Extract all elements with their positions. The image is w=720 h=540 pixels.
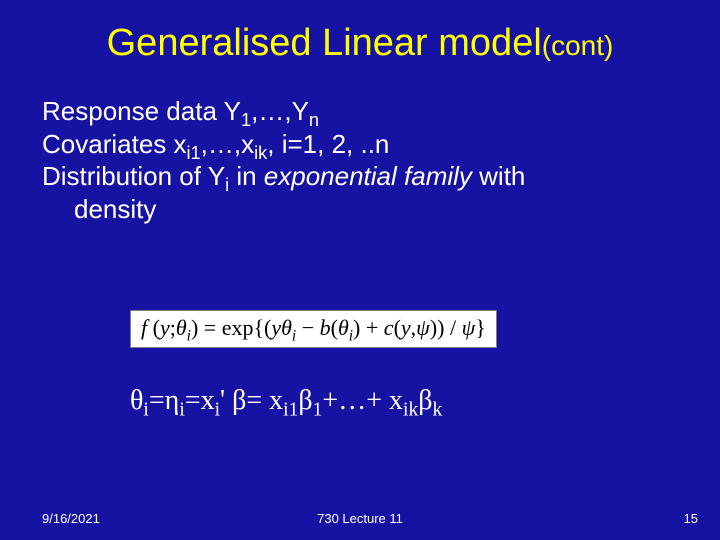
- text: with: [472, 161, 525, 191]
- slide-body: Response data Y1,…,Yn Covariates xi1,…,x…: [42, 95, 680, 225]
- sym-x: x: [269, 385, 283, 416]
- italic-text: exponential family: [264, 161, 472, 191]
- title-main: Generalised Linear model: [107, 22, 542, 64]
- eq-c: c: [384, 315, 394, 340]
- eq-brace: }: [475, 315, 486, 340]
- sym-eq: =: [246, 385, 269, 416]
- text: ,…,x: [201, 129, 254, 159]
- eq-theta: θ: [176, 315, 187, 340]
- eq-paren: (: [394, 315, 401, 340]
- body-line-1: Response data Y1,…,Yn: [42, 95, 680, 128]
- text: Covariates x: [42, 129, 187, 159]
- sub: ik: [403, 400, 418, 421]
- slide-title: Generalised Linear model(cont): [0, 22, 720, 65]
- slide: Generalised Linear model(cont) Response …: [0, 0, 720, 540]
- eq-brace: {: [253, 315, 264, 340]
- title-cont: (cont): [542, 30, 614, 61]
- eq-theta: θ: [338, 315, 349, 340]
- text: ,…,Y: [251, 96, 309, 126]
- sym-x: x: [389, 385, 403, 416]
- eq-f: f: [141, 315, 153, 340]
- body-line-3: Distribution of Yi in exponential family…: [42, 160, 680, 193]
- footer-page-number: 15: [684, 511, 698, 526]
- sym-beta: β: [232, 385, 246, 416]
- sub: k: [433, 400, 443, 421]
- eq-y: y: [401, 315, 411, 340]
- sym-x: x: [201, 385, 215, 416]
- body-line-2: Covariates xi1,…,xik, i=1, 2, ..n: [42, 128, 680, 161]
- body-line-4: density: [74, 193, 680, 226]
- sym-eq: =: [185, 385, 201, 416]
- sym-theta: θ: [130, 385, 143, 416]
- eq-ytheta: yθ: [271, 315, 292, 340]
- sub: 1: [313, 400, 323, 421]
- sym-eta: η: [165, 385, 180, 416]
- text: in: [229, 161, 264, 191]
- eq-minus: −: [296, 315, 319, 340]
- text: Distribution of Y: [42, 161, 225, 191]
- eq-paren: (: [331, 315, 338, 340]
- eq-slash: /: [444, 315, 461, 340]
- equation-box: f (y;θi) = exp{(yθi − b(θi) + c(y,ψ)) / …: [130, 310, 497, 348]
- sym-beta: β: [418, 385, 432, 416]
- eq-psi: ψ: [462, 315, 476, 340]
- sub: i1: [283, 400, 298, 421]
- sym-ellipsis: +…+: [322, 385, 389, 416]
- eq-equals: =: [198, 315, 221, 340]
- eq-y: y: [160, 315, 170, 340]
- text: Response data Y: [42, 96, 241, 126]
- eq-b: b: [320, 315, 331, 340]
- text: density: [74, 194, 156, 224]
- theta-line: θi=ηi=xi' β= xi1β1+…+ xikβk: [130, 385, 442, 417]
- sym-eq: =: [149, 385, 165, 416]
- eq-paren: (: [153, 315, 160, 340]
- sym-beta: β: [298, 385, 312, 416]
- text: , i=1, 2, ..n: [267, 129, 389, 159]
- eq-exp: exp: [222, 315, 254, 340]
- eq-plus: +: [360, 315, 383, 340]
- eq-psi: ψ: [416, 315, 430, 340]
- footer-lecture: 730 Lecture 11: [0, 511, 720, 526]
